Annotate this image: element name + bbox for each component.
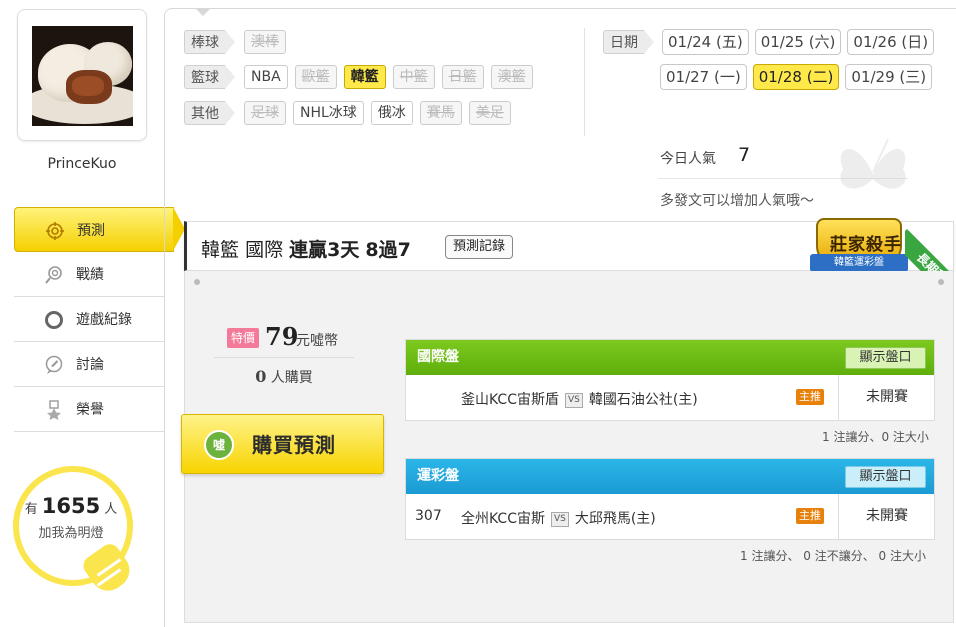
board-title: 運彩盤 <box>417 468 459 484</box>
long-term-ribbon: 長期穩 <box>905 215 956 275</box>
game-row: 307 全州KCC宙斯 VS 大邱飛馬(主) 主推 未開賽 <box>406 494 934 539</box>
vs-icon: VS <box>564 393 583 408</box>
fans-count: 有 1655 人 <box>24 494 118 518</box>
sidebar-item-label: 討論 <box>76 357 104 373</box>
matchup: 釜山KCC宙斯盾 VS 韓國石油公社(主) <box>461 389 698 409</box>
date-0127[interactable]: 01/27 (一) <box>660 64 747 90</box>
circle-icon <box>45 311 63 329</box>
away-team: 全州KCC宙斯 <box>461 511 545 527</box>
board-title: 國際盤 <box>417 349 459 365</box>
sidebar-item-record[interactable]: 戰績 <box>14 252 165 297</box>
buy-prediction-label: 購買預測 <box>252 433 336 457</box>
show-odds-button[interactable]: 顯示盤口 <box>845 466 926 488</box>
record-title: 韓籃 國際 連贏3天 8過7 <box>201 239 411 261</box>
ribbon-label: 長期穩 <box>905 229 956 275</box>
buyer-count: 0 人購買 <box>255 367 313 386</box>
prediction-history-button[interactable]: 預測記錄 <box>445 235 514 259</box>
home-team: 韓國石油公社(主) <box>588 392 698 408</box>
tag-nba[interactable]: NBA <box>244 65 288 89</box>
tag-korea-basketball[interactable]: 韓籃 <box>343 65 386 89</box>
tag-japan-basketball: 日籃 <box>441 65 484 89</box>
record-icon <box>45 266 62 284</box>
date-0128[interactable]: 01/28 (二) <box>752 64 840 90</box>
tag-horse-racing: 賽馬 <box>419 101 462 125</box>
main-pick-badge: 主推 <box>796 389 824 405</box>
game-number: 307 <box>415 508 442 524</box>
fans-number: 1655 <box>41 494 101 518</box>
board-header: 運彩盤 顯示盤口 <box>406 459 934 494</box>
show-odds-button[interactable]: 顯示盤口 <box>845 347 926 369</box>
win-streak: 連贏3天 <box>289 239 360 261</box>
date-0126[interactable]: 01/26 (日) <box>847 29 935 55</box>
away-team: 釜山KCC宙斯盾 <box>461 392 559 408</box>
category-label-basketball: 籃球 <box>184 65 235 89</box>
vs-icon: VS <box>550 512 569 527</box>
filter-other: 其他 足球 NHL冰球 俄冰 賽馬 美足 <box>184 100 511 126</box>
date-0125[interactable]: 01/25 (六) <box>754 29 842 55</box>
boo-coin-icon: 噓 <box>204 430 234 460</box>
filter-baseball: 棒球 澳棒 <box>184 29 286 55</box>
buy-prediction-button[interactable]: 噓 購買預測 <box>181 414 384 474</box>
date-0124[interactable]: 01/24 (五) <box>662 29 749 55</box>
game-row: 釜山KCC宙斯盾 VS 韓國石油公社(主) 主推 未開賽 <box>406 375 934 420</box>
tag-china-basketball: 中籃 <box>392 65 435 89</box>
follow-label[interactable]: 加我為明燈 <box>20 522 122 541</box>
tag-nhl[interactable]: NHL冰球 <box>293 101 364 125</box>
sidebar-item-label: 遊戲紀錄 <box>76 312 132 328</box>
bet-summary: 1 注讓分、0 注大小 <box>822 430 929 444</box>
special-price-tag: 特價 <box>227 328 260 348</box>
game-status: 未開賽 <box>838 375 935 420</box>
badge-title: 莊家殺手 <box>830 235 902 255</box>
date-label: 日期 <box>603 30 654 54</box>
price-unit: 元噓幣 <box>296 333 338 349</box>
sports-lottery-board: 運彩盤 顯示盤口 307 全州KCC宙斯 VS 大邱飛馬(主) 主推 未開賽 <box>405 458 935 540</box>
chat-icon <box>45 355 63 374</box>
sidebar-menu: 預測 戰績 遊戲紀錄 討論 榮譽 <box>14 207 185 432</box>
sidebar-item-label: 戰績 <box>76 267 104 283</box>
sidebar-item-predict[interactable]: 預測 <box>14 207 185 252</box>
avatar[interactable] <box>32 26 133 126</box>
tag-soccer: 足球 <box>244 101 286 125</box>
matchup: 全州KCC宙斯 VS 大邱飛馬(主) <box>461 508 656 528</box>
tag-russia-hockey[interactable]: 俄冰 <box>370 101 413 125</box>
divider <box>584 28 585 136</box>
sidebar-item-discussion[interactable]: 討論 <box>14 342 165 387</box>
international-board: 國際盤 顯示盤口 釜山KCC宙斯盾 VS 韓國石油公社(主) 主推 未開賽 <box>405 339 935 421</box>
divider <box>214 357 354 358</box>
butterfly-icon <box>840 138 906 189</box>
username[interactable]: PrinceKuo <box>17 156 147 172</box>
game-status: 未開賽 <box>838 494 935 539</box>
main-pick-badge: 主推 <box>796 508 824 524</box>
bet-summary: 1 注讓分、 0 注不讓分、 0 注大小 <box>740 549 926 563</box>
sidebar-item-honor[interactable]: 榮譽 <box>14 387 165 432</box>
sidebar-item-game-history[interactable]: 遊戲紀錄 <box>14 297 165 342</box>
date-row-2: 01/27 (一) 01/28 (二) 01/29 (三) <box>660 64 933 90</box>
board-header: 國際盤 顯示盤口 <box>406 340 934 375</box>
popularity-tip: 多發文可以增加人氣哦～ <box>660 193 814 209</box>
popularity-value: 7 <box>738 144 751 166</box>
sidebar-item-label: 預測 <box>77 222 105 239</box>
date-0129[interactable]: 01/29 (三) <box>845 64 933 90</box>
tag-aus-baseball: 澳棒 <box>244 30 286 54</box>
target-icon <box>46 222 64 240</box>
sidebar-item-label: 榮譽 <box>76 402 104 418</box>
price-value: 79 <box>265 322 299 351</box>
filter-basketball: 籃球 NBA 歐籃 韓籃 中籃 日籃 澳籃 <box>184 64 533 90</box>
win-score: 8過7 <box>365 239 411 261</box>
tag-aus-basketball: 澳籃 <box>490 65 533 89</box>
tag-euro-basketball: 歐籃 <box>294 65 337 89</box>
tag-american-football: 美足 <box>468 101 511 125</box>
popularity-label: 今日人氣 <box>660 151 716 167</box>
date-row-1: 日期 01/24 (五) 01/25 (六) 01/26 (日) <box>603 29 935 55</box>
category-label-baseball: 棒球 <box>184 30 235 54</box>
badge-subtitle: 韓籃運彩盤 <box>810 254 908 272</box>
avatar-frame <box>17 9 147 141</box>
medal-icon <box>47 400 61 420</box>
home-team: 大邱飛馬(主) <box>574 511 656 527</box>
category-label-other: 其他 <box>184 101 235 125</box>
